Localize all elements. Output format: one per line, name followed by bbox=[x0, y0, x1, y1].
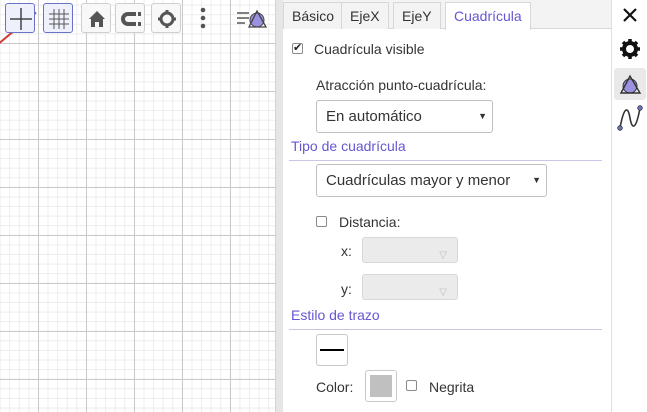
point-capture-button[interactable] bbox=[115, 3, 145, 33]
grid-type-select[interactable]: Cuadrículas mayor y menor ▼ bbox=[316, 164, 547, 197]
more-options-button[interactable] bbox=[188, 3, 218, 33]
properties-side-strip bbox=[611, 0, 647, 412]
close-icon bbox=[623, 8, 637, 22]
distance-y-label: y: bbox=[341, 281, 352, 297]
tab-y-axis[interactable]: EjeY bbox=[393, 2, 441, 29]
axes-toggle-button[interactable] bbox=[5, 3, 35, 33]
bold-checkbox[interactable] bbox=[406, 380, 417, 391]
chevron-down-icon: ▽ bbox=[439, 250, 447, 261]
gear-icon bbox=[158, 10, 176, 28]
solid-line-icon bbox=[320, 349, 344, 351]
more-vertical-icon bbox=[200, 7, 206, 29]
color-picker-button[interactable] bbox=[365, 370, 397, 402]
tab-grid[interactable]: Cuadrícula bbox=[445, 2, 531, 30]
distance-label: Distancia: bbox=[339, 214, 401, 230]
tab-x-axis[interactable]: EjeX bbox=[341, 2, 389, 29]
section-divider bbox=[289, 160, 602, 161]
graphics-view[interactable] bbox=[0, 0, 275, 412]
grid-type-select-value: Cuadrículas mayor y menor bbox=[326, 172, 511, 189]
distance-x-label: x: bbox=[341, 243, 352, 259]
graphics-settings-button[interactable] bbox=[151, 3, 181, 33]
chevron-down-icon: ▼ bbox=[478, 111, 487, 121]
point-capture-icon bbox=[121, 12, 141, 26]
distance-y-select[interactable]: ▽ bbox=[362, 274, 458, 300]
gear-icon bbox=[620, 39, 640, 59]
snap-label: Atracción punto-cuadrícula: bbox=[316, 77, 487, 93]
chevron-down-icon: ▽ bbox=[439, 287, 447, 298]
grid-toggle-icon bbox=[49, 9, 69, 29]
grid-toggle-button[interactable] bbox=[43, 3, 73, 33]
close-button[interactable] bbox=[614, 0, 646, 32]
section-divider bbox=[289, 329, 602, 330]
bold-label: Negrita bbox=[429, 379, 475, 395]
distance-x-select[interactable]: ▽ bbox=[362, 237, 458, 263]
line-style-button[interactable] bbox=[316, 334, 348, 366]
graphics-view-icon bbox=[619, 74, 642, 94]
algebra-curve-icon bbox=[617, 105, 643, 131]
home-button[interactable] bbox=[81, 3, 111, 33]
snap-select-value: En automático bbox=[326, 108, 422, 125]
chevron-down-icon: ▼ bbox=[532, 175, 541, 185]
style-bar-icon bbox=[237, 9, 268, 28]
algebra-settings-button[interactable] bbox=[614, 102, 646, 134]
home-icon bbox=[89, 11, 105, 27]
color-label: Color: bbox=[316, 379, 354, 395]
graphics-view-settings-button[interactable] bbox=[614, 68, 646, 100]
object-settings-button[interactable] bbox=[614, 33, 646, 65]
graphics-style-bar bbox=[0, 0, 275, 38]
panel-divider[interactable] bbox=[275, 0, 283, 412]
tab-bar: Básico EjeX EjeY Cuadrícula bbox=[283, 0, 611, 30]
line-style-section-title: Estilo de trazo bbox=[291, 307, 380, 323]
color-swatch bbox=[370, 375, 392, 397]
grid-type-section-title: Tipo de cuadrícula bbox=[291, 138, 406, 154]
distance-checkbox[interactable] bbox=[316, 216, 327, 227]
properties-panel: Básico EjeX EjeY Cuadrícula Cuadrícula v… bbox=[283, 0, 611, 412]
axes-toggle-icon bbox=[10, 8, 32, 30]
tab-basic[interactable]: Básico bbox=[283, 2, 344, 29]
snap-select[interactable]: En automático ▼ bbox=[316, 100, 493, 133]
grid-visible-label: Cuadrícula visible bbox=[314, 41, 425, 57]
grid-visible-checkbox[interactable] bbox=[292, 41, 303, 54]
toggle-style-bar-button[interactable] bbox=[235, 3, 268, 33]
